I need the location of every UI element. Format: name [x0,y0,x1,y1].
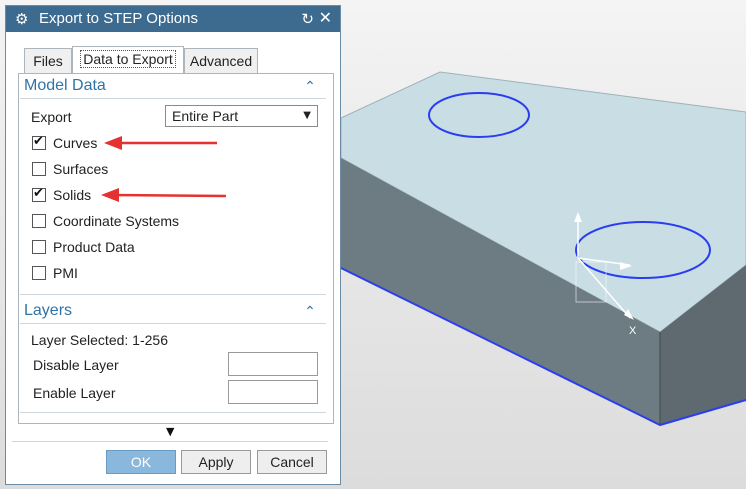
annotation-overlay [101,136,227,202]
arrow-curves-icon [104,136,217,150]
arrow-solids-icon [101,188,227,202]
